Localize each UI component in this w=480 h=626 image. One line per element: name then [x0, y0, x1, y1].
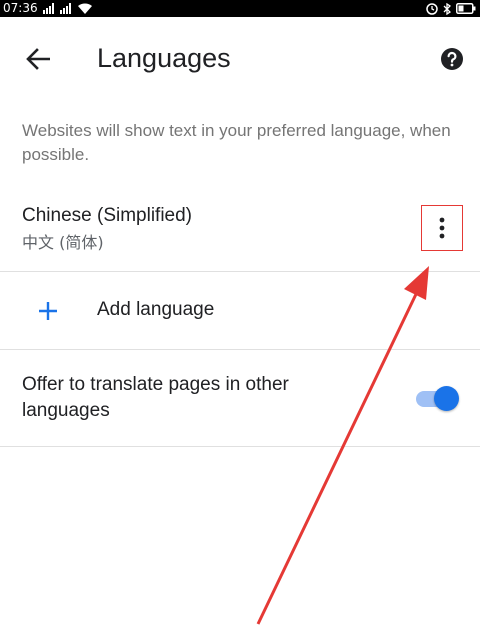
language-native-name: 中文 (简体): [22, 233, 104, 252]
signal-icon: [60, 3, 71, 14]
add-language-label: Add language: [97, 299, 215, 320]
status-bar: 07:36: [0, 0, 480, 17]
bluetooth-icon: [443, 2, 451, 15]
page-title: Languages: [97, 43, 231, 73]
add-language-button[interactable]: Add language: [0, 272, 480, 348]
plus-icon: [39, 302, 57, 320]
arrow-back-icon: [26, 48, 50, 70]
signal-icon: [43, 3, 54, 14]
battery-icon: [456, 3, 476, 14]
description-text: Websites will show text in your preferre…: [22, 121, 451, 164]
translate-setting-label: Offer to translate pages in other langua…: [22, 374, 289, 421]
app-bar: Languages: [0, 17, 480, 97]
translate-setting-row[interactable]: Offer to translate pages in other langua…: [0, 350, 480, 446]
language-item: Chinese (Simplified) 中文 (简体): [0, 186, 480, 270]
alarm-icon: [426, 2, 438, 15]
help-button[interactable]: [439, 46, 465, 72]
status-time: 07:36: [3, 1, 38, 15]
more-vertical-icon: [439, 217, 445, 239]
translate-toggle[interactable]: [412, 386, 460, 411]
back-button[interactable]: [18, 41, 58, 77]
language-more-button[interactable]: [421, 205, 463, 251]
wifi-icon: [78, 2, 92, 14]
status-left-icons: [43, 2, 93, 15]
languages-settings-screen: 07:36 Languages Websites will show text …: [0, 0, 480, 626]
help-icon: [441, 48, 463, 70]
language-name: Chinese (Simplified): [22, 205, 193, 226]
divider: [0, 446, 480, 447]
toggle-thumb: [434, 386, 459, 411]
status-right-icons: [426, 2, 476, 15]
